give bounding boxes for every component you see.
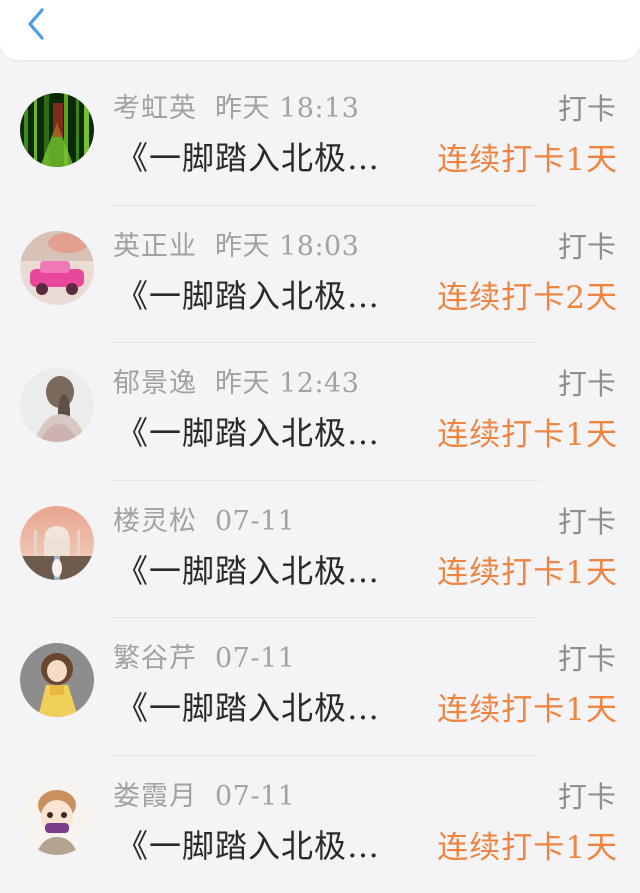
name-line: 郁景逸昨天 12:43 (113, 361, 359, 400)
list-item[interactable]: 英正业昨天 18:03 打卡 《一脚踏入北极… 连续打卡2天 (0, 206, 640, 344)
list-item[interactable]: 考虹英昨天 18:13 打卡 《一脚踏入北极… 连续打卡1天 (0, 68, 640, 206)
book-title[interactable]: 《一脚踏入北极… (116, 546, 426, 592)
streak-label: 连续打卡2天 (437, 272, 618, 317)
taj-mahal-avatar (20, 506, 94, 580)
name-line: 娄霞月 07-11 (113, 774, 295, 813)
streak-label: 连续打卡1天 (437, 684, 618, 729)
cartoon-girl-avatar (20, 643, 94, 717)
avatar[interactable] (20, 231, 94, 305)
bamboo-forest-avatar (20, 93, 94, 167)
top-bar (0, 0, 640, 60)
timestamp: 07-11 (215, 506, 295, 537)
chevron-left-icon (25, 7, 47, 45)
checkin-label: 打卡 (558, 361, 616, 403)
list-item[interactable]: 郁景逸昨天 12:43 打卡 《一脚踏入北极… 连续打卡1天 (0, 343, 640, 481)
streak-label: 连续打卡1天 (437, 134, 618, 179)
avatar[interactable] (20, 506, 94, 580)
checkin-list: 考虹英昨天 18:13 打卡 《一脚踏入北极… 连续打卡1天 英正业昨天 18:… (0, 68, 640, 893)
avatar[interactable] (20, 368, 94, 442)
book-title[interactable]: 《一脚踏入北极… (116, 408, 426, 454)
streak-label: 连续打卡1天 (437, 822, 618, 867)
pink-car-avatar (20, 231, 94, 305)
checkin-label: 打卡 (558, 636, 616, 678)
checkin-label: 打卡 (558, 499, 616, 541)
streak-label: 连续打卡1天 (437, 547, 618, 592)
user-name[interactable]: 郁景逸 (113, 368, 197, 399)
streak-label: 连续打卡1天 (437, 409, 618, 454)
book-title[interactable]: 《一脚踏入北极… (116, 271, 426, 317)
girl-sketch-avatar (20, 368, 94, 442)
avatar[interactable] (20, 93, 94, 167)
book-title[interactable]: 《一脚踏入北极… (116, 821, 426, 867)
user-name[interactable]: 考虹英 (113, 93, 197, 124)
user-name[interactable]: 英正业 (113, 231, 197, 262)
checkin-label: 打卡 (558, 774, 616, 816)
name-line: 英正业昨天 18:03 (113, 224, 359, 263)
timestamp: 昨天 18:13 (215, 93, 359, 124)
checkin-label: 打卡 (558, 86, 616, 128)
timestamp: 昨天 12:43 (215, 368, 359, 399)
masked-boy-avatar (20, 781, 94, 855)
back-button[interactable] (18, 6, 54, 46)
timestamp: 07-11 (215, 643, 295, 674)
name-line: 楼灵松 07-11 (113, 499, 295, 538)
book-title[interactable]: 《一脚踏入北极… (116, 133, 426, 179)
name-line: 繁谷芹 07-11 (113, 636, 295, 675)
user-name[interactable]: 楼灵松 (113, 506, 197, 537)
user-name[interactable]: 娄霞月 (113, 781, 197, 812)
avatar[interactable] (20, 781, 94, 855)
name-line: 考虹英昨天 18:13 (113, 86, 359, 125)
timestamp: 07-11 (215, 781, 295, 812)
user-name[interactable]: 繁谷芹 (113, 643, 197, 674)
list-item[interactable]: 娄霞月 07-11 打卡 《一脚踏入北极… 连续打卡1天 (0, 756, 640, 893)
timestamp: 昨天 18:03 (215, 231, 359, 262)
list-item[interactable]: 楼灵松 07-11 打卡 《一脚踏入北极… 连续打卡1天 (0, 481, 640, 619)
avatar[interactable] (20, 643, 94, 717)
list-item[interactable]: 繁谷芹 07-11 打卡 《一脚踏入北极… 连续打卡1天 (0, 618, 640, 756)
checkin-label: 打卡 (558, 224, 616, 266)
book-title[interactable]: 《一脚踏入北极… (116, 683, 426, 729)
